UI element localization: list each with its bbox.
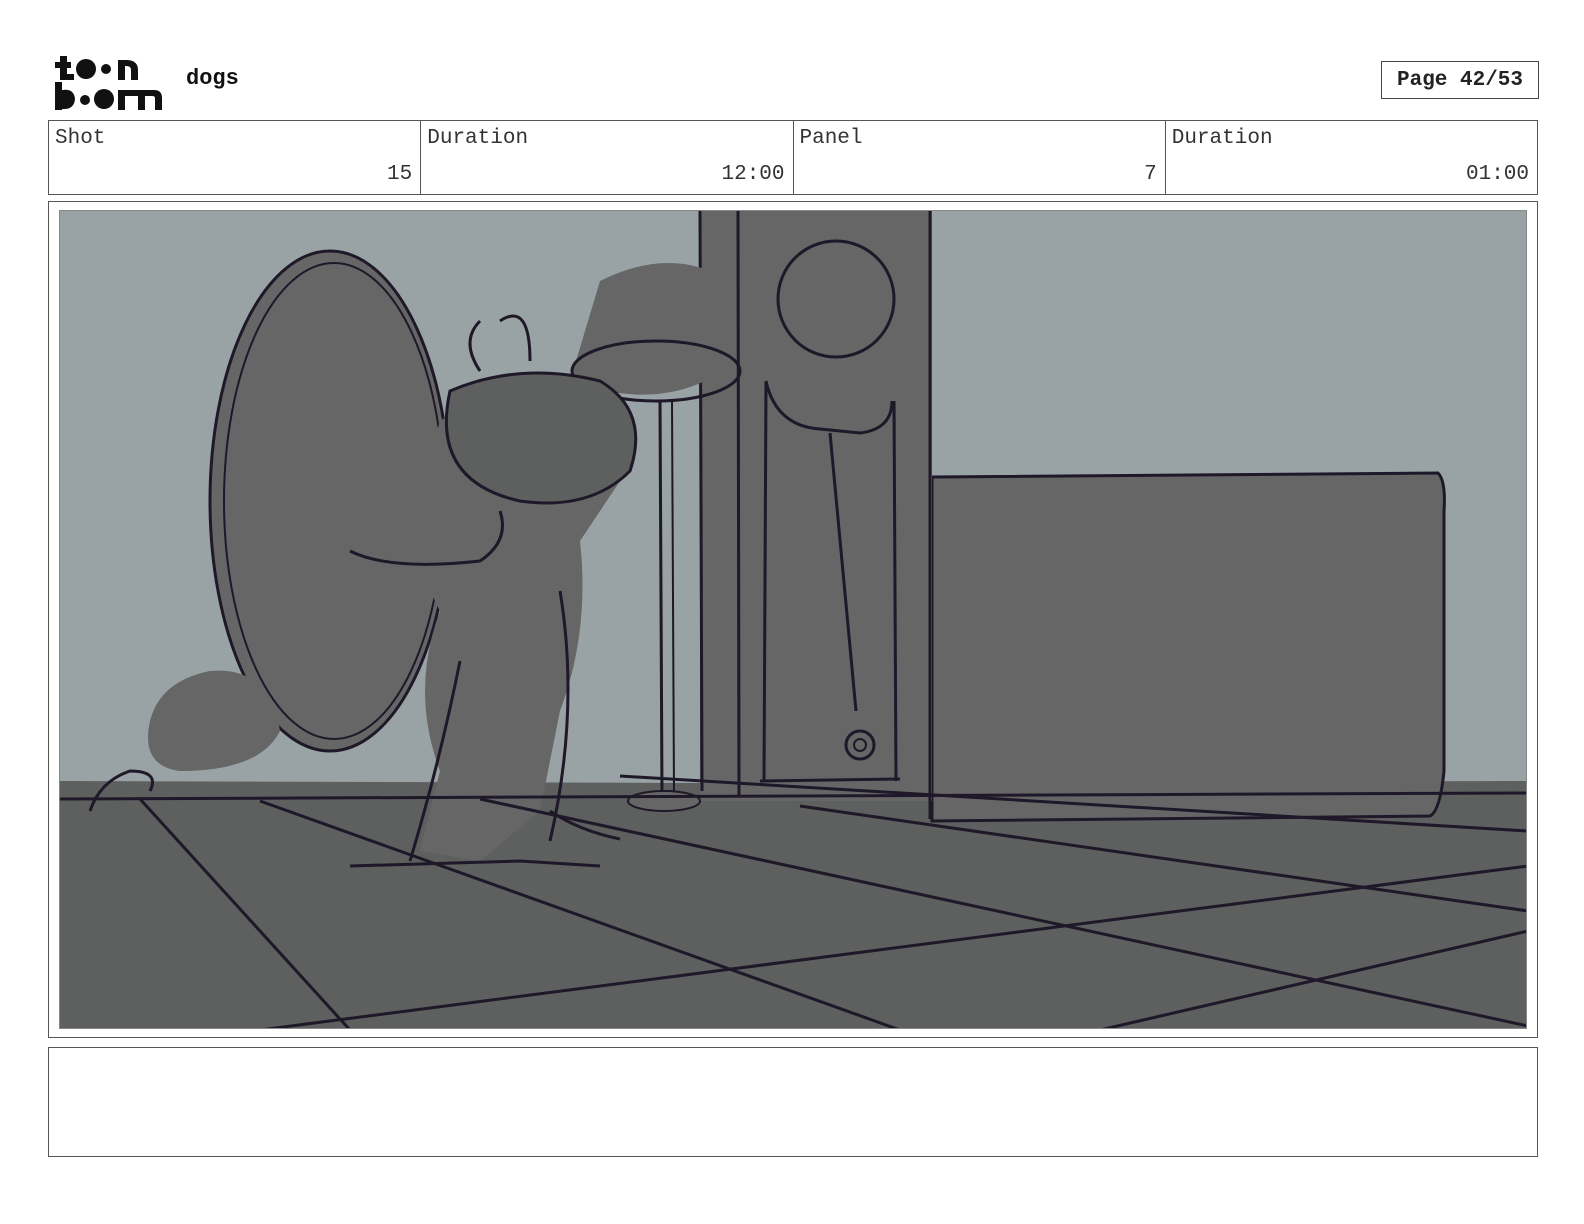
panel-duration-value: 01:00 xyxy=(1465,163,1529,186)
shot-duration-cell: Duration 12:00 xyxy=(421,121,794,194)
panel-frame xyxy=(48,201,1538,1038)
shot-cell: Shot 15 xyxy=(49,121,422,194)
panel-cell: Panel 7 xyxy=(794,121,1166,194)
panel-duration-label: Duration xyxy=(1171,127,1273,150)
shot-value: 15 xyxy=(387,163,413,186)
panel-value: 7 xyxy=(1144,163,1157,186)
project-name: dogs xyxy=(186,66,239,91)
shot-duration-label: Duration xyxy=(427,127,529,150)
shot-duration-value: 12:00 xyxy=(721,163,785,186)
panel-notes-box xyxy=(48,1047,1538,1157)
shot-label: Shot xyxy=(55,127,106,150)
storyboard-sketch xyxy=(59,210,1527,1029)
page-indicator: Page 42/53 xyxy=(1381,61,1539,99)
panel-label: Panel xyxy=(799,127,863,150)
toon-boom-logo xyxy=(55,56,162,110)
sketch-drawing xyxy=(60,211,1526,1028)
panel-duration-cell: Duration 01:00 xyxy=(1166,121,1537,194)
shot-info-row: Shot 15 Duration 12:00 Panel 7 Duration … xyxy=(48,120,1538,195)
